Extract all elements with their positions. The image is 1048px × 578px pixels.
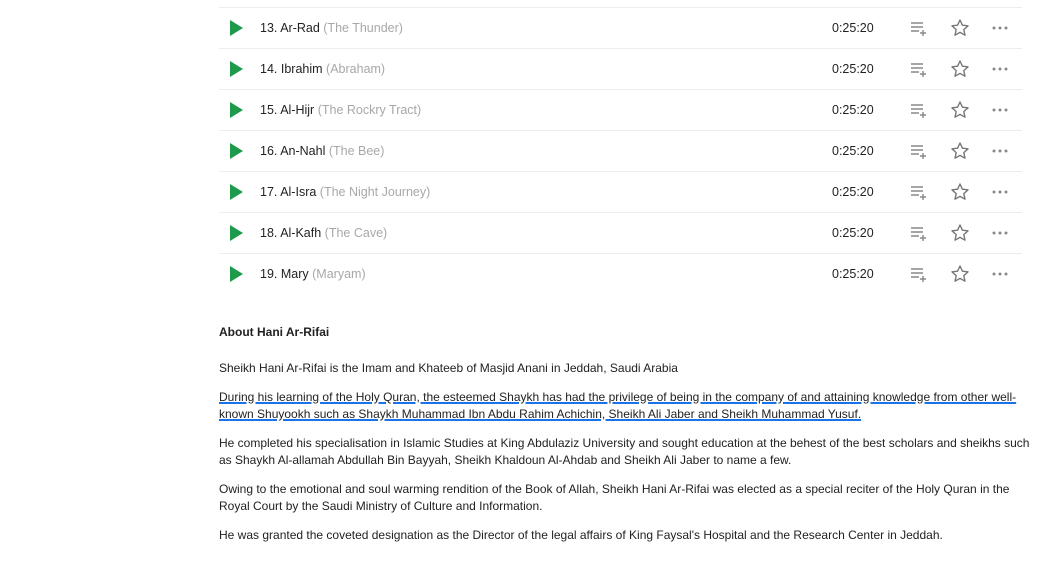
track-row[interactable]: 15. Al-Hijr (The Rockry Tract) 0:25:20 (219, 90, 1022, 131)
track-title[interactable]: 15. Al-Hijr (The Rockry Tract) (260, 102, 421, 118)
add-to-queue-icon[interactable] (909, 264, 929, 284)
about-paragraph: He was granted the coveted designation a… (219, 528, 943, 542)
more-options-icon[interactable] (990, 100, 1010, 120)
about-paragraph: Sheikh Hani Ar-Rifai is the Imam and Kha… (219, 361, 678, 375)
track-title[interactable]: 13. Ar-Rad (The Thunder) (260, 20, 403, 36)
track-translation: (The Rockry Tract) (317, 103, 422, 117)
play-icon[interactable] (230, 225, 243, 241)
star-icon[interactable] (950, 182, 970, 202)
track-duration: 0:25:20 (832, 21, 874, 35)
add-to-queue-icon[interactable] (909, 100, 929, 120)
track-translation: (The Thunder) (323, 21, 403, 35)
track-duration: 0:25:20 (832, 144, 874, 158)
track-row[interactable]: 17. Al-Isra (The Night Journey) 0:25:20 (219, 172, 1022, 213)
star-icon[interactable] (950, 18, 970, 38)
about-section: About Hani Ar-Rifai Sheikh Hani Ar-Rifai… (219, 324, 1031, 556)
about-heading: About Hani Ar-Rifai (219, 325, 330, 339)
more-options-icon[interactable] (990, 182, 1010, 202)
more-options-icon[interactable] (990, 223, 1010, 243)
track-row[interactable]: 16. An-Nahl (The Bee) 0:25:20 (219, 131, 1022, 172)
track-duration: 0:25:20 (832, 185, 874, 199)
play-icon[interactable] (230, 20, 243, 36)
track-row[interactable]: 18. Al-Kafh (The Cave) 0:25:20 (219, 213, 1022, 254)
track-title[interactable]: 14. Ibrahim (Abraham) (260, 61, 385, 77)
add-to-queue-icon[interactable] (909, 223, 929, 243)
track-list: 13. Ar-Rad (The Thunder) 0:25:20 14. Ibr… (219, 7, 1022, 294)
track-title[interactable]: 17. Al-Isra (The Night Journey) (260, 184, 430, 200)
star-icon[interactable] (950, 59, 970, 79)
play-icon[interactable] (230, 102, 243, 118)
track-number: 19. (260, 267, 278, 281)
more-options-icon[interactable] (990, 264, 1010, 284)
track-number: 14. (260, 62, 278, 76)
track-number: 13. (260, 21, 278, 35)
track-title[interactable]: 19. Mary (Maryam) (260, 266, 366, 282)
add-to-queue-icon[interactable] (909, 182, 929, 202)
track-name: Mary (280, 267, 309, 281)
track-name: Al-Kafh (280, 226, 322, 240)
track-duration: 0:25:20 (832, 226, 874, 240)
add-to-queue-icon[interactable] (909, 59, 929, 79)
track-duration: 0:25:20 (832, 62, 874, 76)
track-translation: (The Night Journey) (319, 185, 431, 199)
track-name: Al-Isra (280, 185, 317, 199)
track-name: Al-Hijr (280, 103, 315, 117)
star-icon[interactable] (950, 141, 970, 161)
play-icon[interactable] (230, 61, 243, 77)
about-paragraph-highlighted: During his learning of the Holy Quran, t… (219, 390, 1017, 421)
track-translation: (Abraham) (326, 62, 386, 76)
track-number: 15. (260, 103, 278, 117)
track-title[interactable]: 16. An-Nahl (The Bee) (260, 143, 384, 159)
track-number: 16. (260, 144, 278, 158)
track-translation: (Maryam) (312, 267, 366, 281)
play-icon[interactable] (230, 266, 243, 282)
track-number: 18. (260, 226, 278, 240)
about-paragraph: Owing to the emotional and soul warming … (219, 482, 1010, 513)
track-number: 17. (260, 185, 278, 199)
track-title[interactable]: 18. Al-Kafh (The Cave) (260, 225, 387, 241)
track-translation: (The Cave) (324, 226, 388, 240)
more-options-icon[interactable] (990, 18, 1010, 38)
more-options-icon[interactable] (990, 141, 1010, 161)
track-row[interactable]: 19. Mary (Maryam) 0:25:20 (219, 254, 1022, 294)
track-name: Ar-Rad (280, 21, 320, 35)
about-paragraph: He completed his specialisation in Islam… (219, 436, 1030, 467)
track-translation: (The Bee) (328, 144, 385, 158)
track-name: Ibrahim (280, 62, 323, 76)
more-options-icon[interactable] (990, 59, 1010, 79)
add-to-queue-icon[interactable] (909, 18, 929, 38)
track-duration: 0:25:20 (832, 267, 874, 281)
star-icon[interactable] (950, 264, 970, 284)
track-duration: 0:25:20 (832, 103, 874, 117)
track-row[interactable]: 13. Ar-Rad (The Thunder) 0:25:20 (219, 8, 1022, 49)
play-icon[interactable] (230, 184, 243, 200)
add-to-queue-icon[interactable] (909, 141, 929, 161)
track-row[interactable]: 14. Ibrahim (Abraham) 0:25:20 (219, 49, 1022, 90)
play-icon[interactable] (230, 143, 243, 159)
star-icon[interactable] (950, 223, 970, 243)
star-icon[interactable] (950, 100, 970, 120)
track-name: An-Nahl (280, 144, 326, 158)
